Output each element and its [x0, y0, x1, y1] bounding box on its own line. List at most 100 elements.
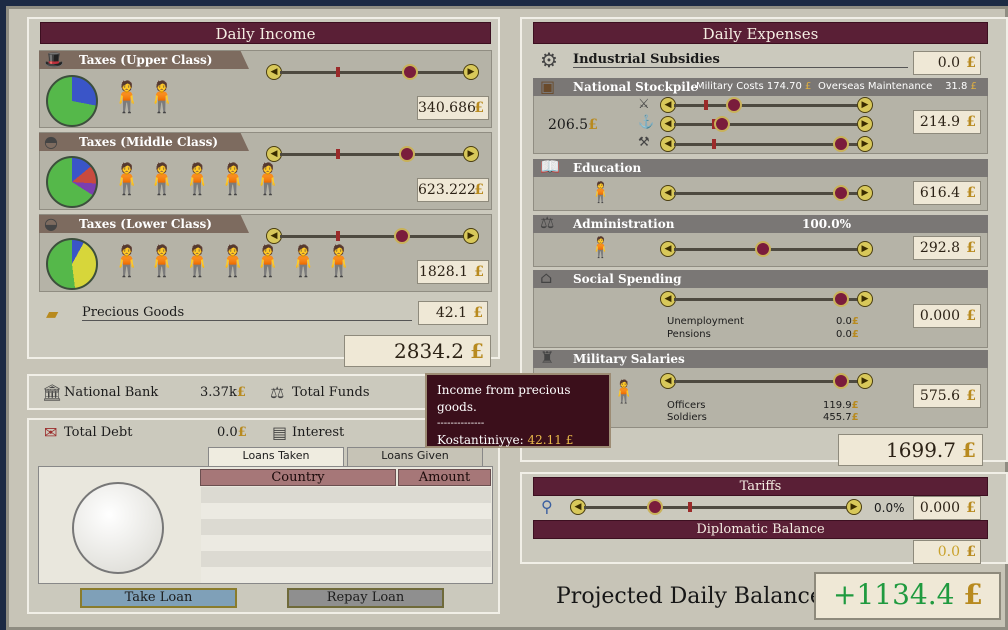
factory-icon: ⚒: [638, 135, 650, 150]
upper-tax-slider[interactable]: ◀ ▶: [266, 64, 479, 80]
house-icon: ⌂: [540, 268, 553, 287]
slider-right-arrow-icon[interactable]: ▶: [857, 97, 873, 113]
precious-goods-label: Precious Goods: [82, 305, 412, 321]
unemployment-value: 0.0£: [836, 316, 859, 327]
repay-loan-button[interactable]: Repay Loan: [287, 588, 444, 608]
administration-tab: Administration: [533, 215, 988, 233]
slider-right-arrow-icon[interactable]: ▶: [846, 499, 862, 515]
interest-icon: ▤: [272, 423, 288, 442]
slider-knob[interactable]: [832, 291, 849, 307]
pensions-value: 0.0£: [836, 329, 859, 340]
col-country-header[interactable]: Country: [200, 469, 396, 486]
table-row: [201, 487, 491, 503]
administration-slider[interactable]: ◀ ▶: [660, 241, 873, 257]
slider-knob[interactable]: [394, 228, 411, 244]
stockpile-construction-slider[interactable]: ◀ ▶: [660, 136, 873, 152]
officer-pop-icon: 🧍: [610, 380, 638, 405]
education-tab: Education: [533, 159, 988, 177]
lower-tax-value: 1828.1 £: [417, 260, 489, 284]
debt-icon: ✉: [44, 423, 58, 442]
tab-loans-given[interactable]: Loans Given: [347, 447, 483, 467]
diplomatic-balance-value: 0.0 £: [913, 540, 981, 564]
slider-knob[interactable]: [832, 185, 849, 201]
slider-right-arrow-icon[interactable]: ▶: [857, 291, 873, 307]
overseas-maintenance: Overseas Maintenance 31.8 £: [818, 81, 977, 92]
table-row: [201, 567, 491, 583]
middle-tax-value: 623.222 £: [417, 178, 489, 202]
col-amount-header[interactable]: Amount: [398, 469, 491, 486]
soldiers-value: 455.7£: [823, 412, 859, 423]
slider-knob[interactable]: [832, 373, 849, 389]
unemployment-label: Unemployment: [667, 316, 744, 327]
tariffs-value: 0.000 £: [913, 496, 981, 520]
clergy-pop-icon: 🧍: [588, 180, 613, 204]
total-debt-value: 0.0£: [217, 425, 247, 440]
interest-label: Interest: [292, 425, 345, 440]
gavel-icon: ⚖: [540, 213, 555, 232]
total-funds-label: Total Funds: [292, 385, 370, 400]
middle-tax-slider[interactable]: ◀ ▶: [266, 146, 479, 162]
upper-class-pie: [46, 75, 98, 127]
slider-right-arrow-icon[interactable]: ▶: [857, 136, 873, 152]
slider-knob[interactable]: [832, 136, 849, 152]
tariffs-slider[interactable]: ◀ ▶: [570, 499, 862, 515]
upper-class-pops-icon: 🧍🧍: [108, 80, 181, 115]
slider-right-arrow-icon[interactable]: ▶: [463, 64, 479, 80]
take-loan-button[interactable]: Take Loan: [80, 588, 237, 608]
slider-right-arrow-icon[interactable]: ▶: [857, 185, 873, 201]
income-title: Daily Income: [40, 22, 491, 44]
tooltip-line: Income from precious goods.: [437, 383, 571, 414]
upper-class-tab: Taxes (Upper Class): [39, 51, 249, 69]
slider-knob[interactable]: [402, 64, 419, 80]
administration-value: 292.8 £: [913, 236, 981, 260]
slider-right-arrow-icon[interactable]: ▶: [463, 228, 479, 244]
bureaucrat-pop-icon: 🧍: [588, 235, 613, 259]
military-tab: Military Salaries: [533, 350, 988, 368]
national-bank-value: 3.37k£: [200, 385, 246, 400]
slider-knob[interactable]: [725, 97, 742, 113]
table-row: [201, 551, 491, 567]
slider-right-arrow-icon[interactable]: ▶: [857, 241, 873, 257]
social-tab: Social Spending: [533, 270, 988, 288]
tooltip-detail: Kostantiniyye: 42.11 £: [437, 433, 574, 447]
slider-right-arrow-icon[interactable]: ▶: [463, 146, 479, 162]
tariffs-pct: 0.0%: [874, 501, 905, 515]
army-icon: ⚔: [638, 97, 650, 112]
stockpile-left-value: 206.5£: [548, 117, 598, 133]
social-slider[interactable]: ◀ ▶: [660, 291, 873, 307]
stockpile-army-slider[interactable]: ◀ ▶: [660, 97, 873, 113]
crate-icon: ▣: [540, 77, 556, 96]
bowler-hat-icon: ◓: [44, 132, 58, 151]
slider-right-arrow-icon[interactable]: ▶: [857, 373, 873, 389]
lower-tax-slider[interactable]: ◀ ▶: [266, 228, 479, 244]
anchor-icon: ⚓: [638, 115, 655, 130]
precious-goods-value[interactable]: 42.1 £: [418, 301, 488, 325]
military-slider[interactable]: ◀ ▶: [660, 373, 873, 389]
military-value: 575.6 £: [913, 384, 981, 408]
table-row: [201, 503, 491, 519]
stockpile-value: 214.9 £: [913, 110, 981, 134]
slider-right-arrow-icon[interactable]: ▶: [857, 116, 873, 132]
table-row: [201, 535, 491, 551]
industrial-subsidies-value: 0.0 £: [913, 51, 981, 75]
officers-value: 119.9£: [823, 400, 859, 411]
tooltip-divider: --------------: [437, 418, 485, 429]
officers-label: Officers: [667, 400, 706, 411]
table-row: [201, 519, 491, 535]
education-slider[interactable]: ◀ ▶: [660, 185, 873, 201]
slider-knob[interactable]: [647, 499, 663, 515]
slider-knob[interactable]: [713, 116, 730, 132]
loan-circle-placeholder: [72, 482, 164, 574]
slider-knob[interactable]: [755, 241, 772, 257]
soldier-icon: ♜: [540, 348, 555, 367]
funds-icon: ⚖: [270, 383, 285, 402]
stockpile-navy-slider[interactable]: ◀ ▶: [660, 116, 873, 132]
lower-class-pie: [46, 238, 98, 290]
bank-icon: 🏛: [42, 383, 63, 402]
slider-knob[interactable]: [399, 146, 416, 162]
book-icon: 📖: [540, 157, 560, 176]
tariffs-title: Tariffs: [533, 477, 988, 496]
military-costs: Military Costs 174.70 £: [696, 81, 812, 92]
tab-loans-taken[interactable]: Loans Taken: [208, 447, 344, 467]
gold-bars-icon: ▰: [46, 304, 59, 323]
